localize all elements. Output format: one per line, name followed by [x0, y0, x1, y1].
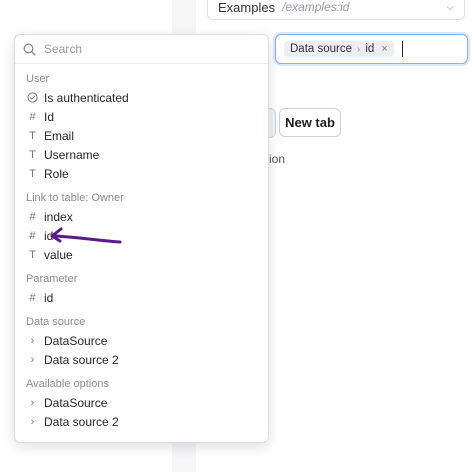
- hash-icon: #: [29, 229, 36, 242]
- option-label: DataSource: [44, 395, 108, 410]
- binding-pill[interactable]: Data source › id ×: [284, 41, 394, 57]
- option-label: Is authenticated: [44, 90, 129, 105]
- option-data-source-2[interactable]: › Data source 2: [15, 350, 268, 369]
- chevron-right-icon: ›: [30, 396, 35, 409]
- hash-icon: #: [29, 110, 36, 123]
- chevron-right-icon: ›: [30, 415, 35, 428]
- search-row: [15, 35, 268, 64]
- hash-icon: #: [29, 210, 36, 223]
- binding-input[interactable]: Data source › id ×: [275, 34, 468, 64]
- group-label-user: User: [26, 73, 50, 85]
- group-label-available-options: Available options: [26, 378, 109, 390]
- remove-icon[interactable]: ×: [381, 43, 387, 55]
- option-label: Data source 2: [44, 414, 119, 429]
- option-available-data-source-2[interactable]: › Data source 2: [15, 412, 268, 431]
- route-path: /examples:id: [282, 0, 350, 14]
- route-name: Examples: [218, 0, 276, 15]
- route-select[interactable]: Examples /examples:id ⌵: [207, 0, 465, 20]
- option-value[interactable]: T value: [15, 245, 268, 264]
- chevron-right-icon: ›: [357, 43, 361, 55]
- text-type-icon: T: [29, 148, 36, 161]
- option-id[interactable]: # Id: [15, 107, 268, 126]
- option-email[interactable]: T Email: [15, 126, 268, 145]
- option-label: value: [44, 247, 73, 262]
- binding-source: Data source: [290, 43, 353, 55]
- option-label: Role: [44, 166, 69, 181]
- option-label: Username: [44, 147, 100, 162]
- text-type-icon: T: [29, 167, 36, 180]
- option-role[interactable]: T Role: [15, 164, 268, 183]
- option-parameter-id[interactable]: # id: [15, 288, 268, 307]
- chevron-right-icon: ›: [30, 353, 35, 366]
- chevron-right-icon: ›: [30, 334, 35, 347]
- option-label: Email: [44, 128, 75, 143]
- option-index[interactable]: # index: [15, 207, 268, 226]
- option-username[interactable]: T Username: [15, 145, 268, 164]
- binding-field-name: id: [365, 43, 375, 55]
- option-label: index: [44, 209, 73, 224]
- option-label: DataSource: [44, 333, 108, 348]
- group-label-data-source: Data source: [26, 316, 86, 328]
- hash-icon: #: [29, 291, 36, 304]
- annotation-arrow-icon: [50, 227, 122, 244]
- option-label: Id: [44, 109, 55, 124]
- search-icon: [23, 43, 36, 56]
- search-input[interactable]: [44, 42, 244, 56]
- text-type-icon: T: [29, 248, 36, 261]
- text-caret: [401, 41, 403, 57]
- partial-label: ion: [269, 152, 286, 166]
- option-is-authenticated[interactable]: Is authenticated: [15, 88, 268, 107]
- option-datasource[interactable]: › DataSource: [15, 331, 268, 350]
- option-label: Data source 2: [44, 352, 119, 367]
- check-circle-icon: [27, 92, 38, 103]
- chevron-down-icon: ⌵: [446, 1, 454, 13]
- option-label: id: [44, 290, 54, 305]
- group-label-owner: Link to table: Owner: [26, 192, 124, 204]
- option-available-datasource[interactable]: › DataSource: [15, 393, 268, 412]
- group-label-parameter: Parameter: [26, 273, 78, 285]
- new-tab-button[interactable]: New tab: [279, 108, 341, 137]
- text-type-icon: T: [29, 129, 36, 142]
